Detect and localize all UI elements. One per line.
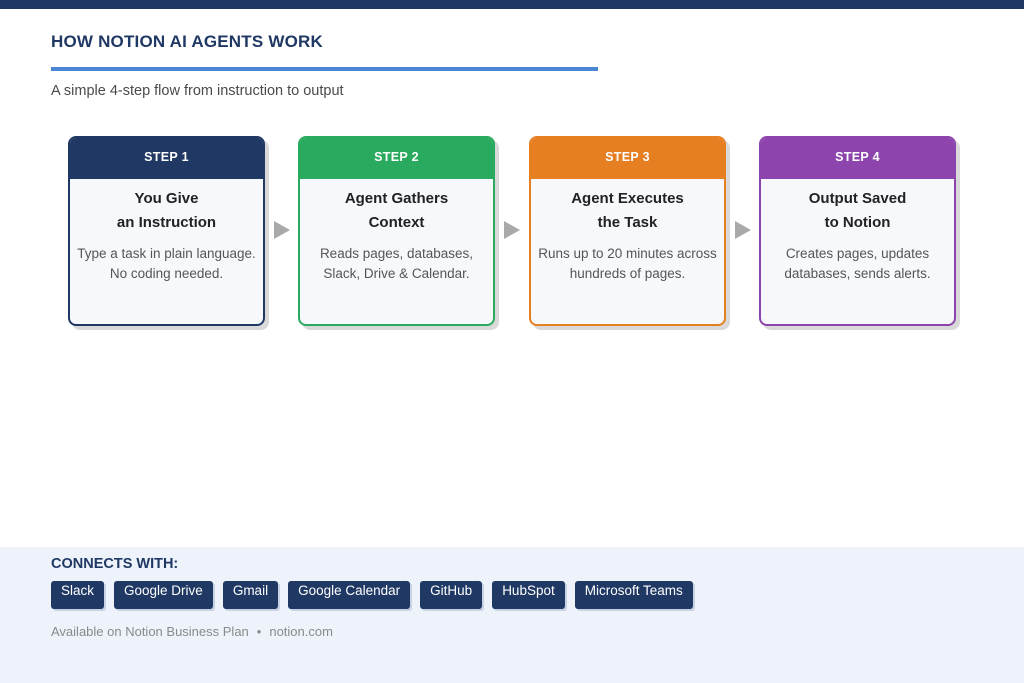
integration-chip-slack: Slack: [51, 581, 105, 609]
plan-availability-text: Available on Notion Business Plan: [51, 624, 249, 639]
page-title: HOW NOTION AI AGENTS WORK: [51, 32, 323, 51]
site-link-text: notion.com: [269, 624, 333, 639]
integration-chip-gmail: Gmail: [222, 581, 279, 609]
integrations-footer: CONNECTS WITH: Slack Google Drive Gmail …: [0, 547, 1024, 683]
step-title-line: to Notion: [824, 214, 891, 231]
connects-with-label: CONNECTS WITH:: [51, 556, 179, 572]
flow-arrow-icon: [735, 221, 751, 239]
title-underline: [51, 67, 598, 71]
step-title-line: Agent Gathers: [344, 190, 449, 207]
step-title-3: Agent Executes the Task: [531, 187, 724, 235]
step-title-line: an Instruction: [116, 214, 217, 231]
integration-chip-github: GitHub: [420, 581, 483, 609]
step-card-4: STEP 4 Output Saved to Notion Creates pa…: [759, 136, 956, 326]
step-desc-line: Runs up to 20 minutes across: [538, 246, 717, 261]
step-title-line: You Give: [134, 190, 199, 207]
step-desc-line: Creates pages, updates: [785, 246, 930, 261]
step-header-2: STEP 2: [300, 138, 493, 179]
step-desc-line: databases, sends alerts.: [784, 266, 931, 281]
step-title-2: Agent Gathers Context: [300, 187, 493, 235]
flow-arrow-icon: [274, 221, 290, 239]
integration-chip-microsoft-teams: Microsoft Teams: [574, 581, 693, 609]
top-accent-bar: [0, 0, 1024, 9]
step-desc-line: Slack, Drive & Calendar.: [323, 266, 470, 281]
step-card-2: STEP 2 Agent Gathers Context Reads pages…: [298, 136, 495, 326]
step-header-3: STEP 3: [531, 138, 724, 179]
step-title-line: the Task: [597, 214, 658, 231]
step-title-line: Context: [368, 214, 425, 231]
step-header-1: STEP 1: [70, 138, 263, 179]
page-subtitle: A simple 4-step flow from instruction to…: [51, 83, 344, 99]
separator-dot: •: [256, 624, 262, 639]
step-description-1: Type a task in plain language. No coding…: [70, 244, 263, 284]
step-title-1: You Give an Instruction: [70, 187, 263, 235]
step-desc-line: hundreds of pages.: [569, 266, 686, 281]
integration-chip-google-calendar: Google Calendar: [288, 581, 411, 609]
step-title-4: Output Saved to Notion: [761, 187, 954, 235]
flow-arrow-icon: [504, 221, 520, 239]
step-desc-line: No coding needed.: [109, 266, 224, 281]
step-card-3: STEP 3 Agent Executes the Task Runs up t…: [529, 136, 726, 326]
step-description-3: Runs up to 20 minutes across hundreds of…: [531, 244, 724, 284]
integration-chip-google-drive: Google Drive: [114, 581, 213, 609]
step-description-2: Reads pages, databases, Slack, Drive & C…: [300, 244, 493, 284]
step-description-4: Creates pages, updates databases, sends …: [761, 244, 954, 284]
step-header-4: STEP 4: [761, 138, 954, 179]
step-title-line: Output Saved: [808, 190, 907, 207]
integration-chip-hubspot: HubSpot: [492, 581, 565, 609]
step-desc-line: Reads pages, databases,: [319, 246, 474, 261]
step-desc-line: Type a task in plain language.: [77, 246, 256, 261]
step-title-line: Agent Executes: [571, 190, 684, 207]
footer-note: Available on Notion Business Plan • notion…: [51, 624, 333, 639]
step-card-1: STEP 1 You Give an Instruction Type a ta…: [68, 136, 265, 326]
integration-chip-list: Slack Google Drive Gmail Google Calendar…: [51, 581, 703, 609]
